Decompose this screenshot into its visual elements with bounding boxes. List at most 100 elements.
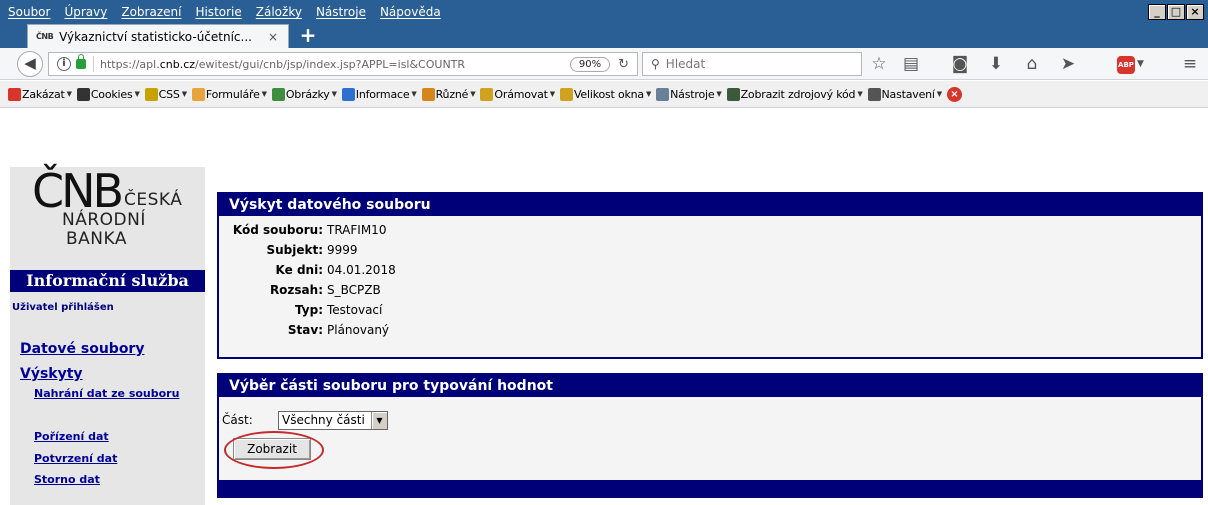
library-icon[interactable]: ▤ bbox=[901, 54, 921, 74]
show-button[interactable]: Zobrazit bbox=[233, 438, 311, 460]
minimize-button[interactable]: _ bbox=[1148, 4, 1166, 20]
field-value: TRAFIM10 bbox=[327, 223, 387, 237]
new-tab-button[interactable]: + bbox=[296, 24, 320, 48]
panel-footer-strip bbox=[219, 480, 1201, 498]
search-box[interactable]: ⚲ Hledat bbox=[642, 52, 862, 76]
close-window-button[interactable]: × bbox=[1186, 4, 1204, 20]
cnb-favicon-icon: ČNB bbox=[36, 32, 54, 41]
menu-item-nastroje[interactable]: Nástroje bbox=[316, 5, 366, 19]
field-row: Kód souboru: TRAFIM10 bbox=[219, 223, 387, 237]
chevron-down-icon: ▼ bbox=[936, 90, 942, 98]
star-icon[interactable]: ☆ bbox=[869, 54, 889, 74]
field-label: Ke dni: bbox=[275, 263, 323, 277]
home-icon[interactable]: ⌂ bbox=[1022, 54, 1042, 74]
devtool-icon bbox=[480, 87, 494, 101]
window-controls: _ □ × bbox=[1147, 4, 1204, 20]
devtool-label: Informace bbox=[355, 87, 410, 101]
chevron-down-icon[interactable]: ▼ bbox=[1137, 59, 1144, 69]
file-occurrence-panel: Výskyt datového souboru Kód souboru: TRAF… bbox=[217, 192, 1203, 359]
close-icon[interactable]: × bbox=[946, 86, 962, 102]
devtool-6[interactable]: Různé ▼ bbox=[421, 87, 476, 101]
devtool-icon bbox=[144, 87, 158, 101]
menu-item-historie[interactable]: Historie bbox=[195, 5, 241, 19]
devtool-icon bbox=[559, 87, 573, 101]
url-prefix: https://apl. bbox=[100, 57, 160, 71]
hamburger-icon[interactable]: ≡ bbox=[1180, 54, 1200, 74]
devtool-4[interactable]: Obrázky ▼ bbox=[271, 87, 337, 101]
navigation-toolbar: ◀ i https://apl.cnb.cz/ewitest/gui/cnb/j… bbox=[0, 48, 1208, 80]
logo-mark: ČNB bbox=[32, 164, 124, 218]
devtool-0[interactable]: Zakázat ▼ bbox=[8, 87, 72, 101]
download-icon[interactable]: ⬇ bbox=[986, 54, 1006, 74]
devtool-11[interactable]: Nastavení ▼ bbox=[867, 87, 942, 101]
devtool-3[interactable]: Formuláře ▼ bbox=[191, 87, 267, 101]
devtool-10[interactable]: Zobrazit zdrojový kód ▼ bbox=[726, 87, 863, 101]
field-value: 9999 bbox=[327, 243, 358, 257]
menu-bar: Soubor Úpravy Zobrazení Historie Záložky… bbox=[8, 0, 455, 24]
sidebar-item-vyskyty[interactable]: Výskyty bbox=[20, 366, 83, 382]
field-row: Ke dni: 04.01.2018 bbox=[219, 263, 396, 277]
back-arrow-icon: ◀ bbox=[24, 54, 36, 72]
sidebar-item-potvrzeni-dat[interactable]: Potvrzení dat bbox=[34, 452, 117, 465]
user-status: Uživatel přihlášen bbox=[12, 302, 114, 313]
devtool-label: Cookies bbox=[90, 87, 133, 101]
address-bar[interactable]: i https://apl.cnb.cz/ewitest/gui/cnb/jsp… bbox=[48, 52, 638, 76]
window-title-bar: Soubor Úpravy Zobrazení Historie Záložky… bbox=[0, 0, 1208, 48]
search-icon: ⚲ bbox=[651, 57, 660, 71]
devtool-8[interactable]: Velikost okna ▼ bbox=[559, 87, 652, 101]
reload-icon[interactable]: ↻ bbox=[618, 57, 629, 72]
devtool-2[interactable]: CSS ▼ bbox=[144, 87, 187, 101]
devtool-9[interactable]: Nástroje ▼ bbox=[656, 87, 722, 101]
devtool-icon bbox=[76, 87, 90, 101]
chevron-down-icon: ▼ bbox=[470, 90, 476, 98]
chevron-down-icon: ▼ bbox=[549, 90, 555, 98]
menu-item-zobrazeni[interactable]: Zobrazení bbox=[121, 5, 181, 19]
page-content: ČNB ČESKÁ NÁRODNÍ BANKA Informační služb… bbox=[0, 108, 1208, 505]
devtool-label: Zobrazit zdrojový kód bbox=[740, 87, 856, 101]
url-separator bbox=[93, 56, 94, 72]
menu-item-napoveda[interactable]: Nápověda bbox=[380, 5, 441, 19]
menu-item-zalozky[interactable]: Záložky bbox=[256, 5, 302, 19]
lock-icon bbox=[76, 54, 86, 69]
devtool-label: Orámovat bbox=[494, 87, 548, 101]
devtool-icon bbox=[341, 87, 355, 101]
field-row: Subjekt: 9999 bbox=[219, 243, 358, 257]
devtool-label: Velikost okna bbox=[573, 87, 644, 101]
field-value: Testovací bbox=[327, 303, 383, 317]
cnb-logo: ČNB ČESKÁ NÁRODNÍ BANKA bbox=[32, 164, 182, 249]
menu-item-soubor[interactable]: Soubor bbox=[8, 5, 50, 19]
send-icon[interactable]: ➤ bbox=[1058, 54, 1078, 74]
sidebar-item-storno-dat[interactable]: Storno dat bbox=[34, 473, 100, 486]
chevron-down-icon: ▼ bbox=[645, 90, 652, 98]
field-value: S_BCPZB bbox=[327, 283, 381, 297]
devtool-label: Různé bbox=[435, 87, 469, 101]
info-icon[interactable]: i bbox=[57, 57, 71, 71]
devtool-5[interactable]: Informace ▼ bbox=[341, 87, 417, 101]
devtool-icon bbox=[656, 87, 670, 101]
back-button[interactable]: ◀ bbox=[17, 51, 43, 77]
devtool-label: Obrázky bbox=[285, 87, 330, 101]
file-part-selection-panel: Výběr části souboru pro typování hodnot … bbox=[217, 373, 1203, 498]
field-value: 04.01.2018 bbox=[327, 263, 396, 277]
zoom-indicator[interactable]: 90% bbox=[569, 56, 611, 72]
maximize-button[interactable]: □ bbox=[1167, 4, 1185, 20]
part-select[interactable]: Všechny části ▼ bbox=[278, 411, 388, 430]
sidebar-item-porizeni-dat[interactable]: Pořízení dat bbox=[34, 430, 109, 443]
search-placeholder: Hledat bbox=[665, 57, 706, 71]
devtool-1[interactable]: Cookies ▼ bbox=[76, 87, 140, 101]
panel-title: Výskyt datového souboru bbox=[219, 194, 1201, 216]
field-label: Stav: bbox=[287, 323, 323, 337]
field-label: Typ: bbox=[295, 303, 323, 317]
devtool-7[interactable]: Orámovat ▼ bbox=[480, 87, 555, 101]
menu-item-upravy[interactable]: Úpravy bbox=[64, 5, 107, 19]
sidebar-item-nahrani-dat[interactable]: Nahrání dat ze souboru bbox=[34, 387, 179, 400]
chevron-down-icon[interactable]: ▼ bbox=[371, 412, 387, 429]
chevron-down-icon: ▼ bbox=[411, 90, 417, 98]
tab-close-icon[interactable]: × bbox=[268, 30, 278, 44]
sidebar-item-datove-soubory[interactable]: Datové soubory bbox=[20, 341, 144, 357]
adblock-icon[interactable]: ABP bbox=[1117, 56, 1135, 74]
browser-tab[interactable]: ČNB Výkaznictví statisticko-účetníc... × bbox=[27, 24, 289, 48]
sidebar-title: Informační služba bbox=[10, 270, 205, 292]
url-text[interactable]: https://apl.cnb.cz/ewitest/gui/cnb/jsp/i… bbox=[100, 58, 570, 71]
pocket-icon[interactable]: ◙ bbox=[950, 54, 970, 74]
